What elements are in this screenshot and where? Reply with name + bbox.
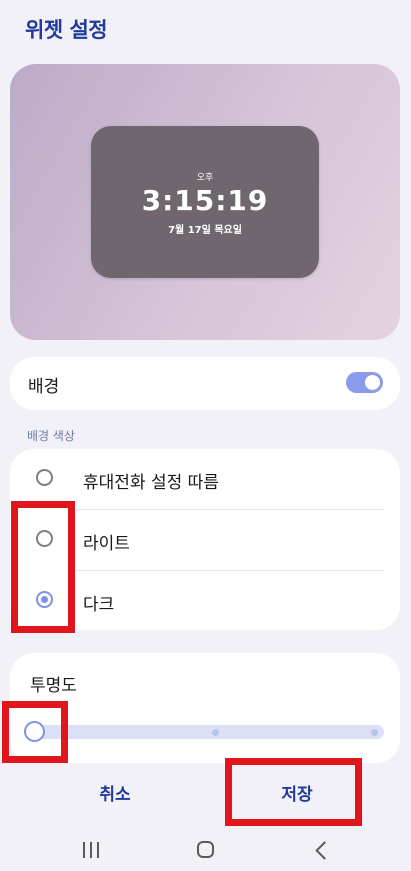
recent-apps-icon[interactable]: [82, 842, 100, 858]
clock-date: 7월 17일 목요일: [168, 225, 242, 236]
toggle-knob: [365, 375, 380, 390]
radio-dark[interactable]: [36, 591, 53, 608]
clock-time: 3:15:19: [141, 184, 269, 217]
clock-widget-preview: 오후 3:15:19 7월 17일 목요일: [91, 126, 319, 278]
back-icon[interactable]: [315, 841, 334, 860]
option-label: 휴대전화 설정 따름: [83, 473, 219, 493]
option-follow-phone[interactable]: 휴대전화 설정 따름: [10, 449, 400, 509]
clock-ampm: 오후: [196, 173, 214, 183]
slider-step-dot: [212, 729, 219, 736]
option-label: 다크: [83, 595, 115, 615]
option-dark[interactable]: 다크: [10, 571, 400, 631]
page-title: 위젯 설정: [25, 18, 108, 42]
opacity-slider-track[interactable]: [24, 725, 384, 739]
background-toggle[interactable]: [346, 372, 383, 393]
background-label: 배경: [28, 377, 60, 397]
save-button[interactable]: 저장: [242, 780, 352, 810]
system-nav-bar: [0, 830, 411, 871]
option-light[interactable]: 라이트: [10, 510, 400, 570]
background-toggle-row[interactable]: 배경: [10, 357, 400, 410]
background-color-section-label: 배경 색상: [27, 429, 75, 443]
opacity-label: 투명도: [30, 676, 77, 696]
home-icon[interactable]: [197, 841, 214, 858]
radio-follow-phone[interactable]: [36, 469, 53, 486]
radio-light[interactable]: [36, 530, 53, 547]
opacity-slider-thumb[interactable]: [24, 721, 45, 742]
option-label: 라이트: [83, 534, 130, 554]
background-color-options: 휴대전화 설정 따름 라이트 다크: [10, 449, 400, 630]
opacity-card: 투명도: [10, 653, 400, 763]
widget-preview: 오후 3:15:19 7월 17일 목요일: [10, 64, 400, 340]
slider-step-dot: [371, 729, 378, 736]
cancel-button[interactable]: 취소: [60, 780, 170, 810]
